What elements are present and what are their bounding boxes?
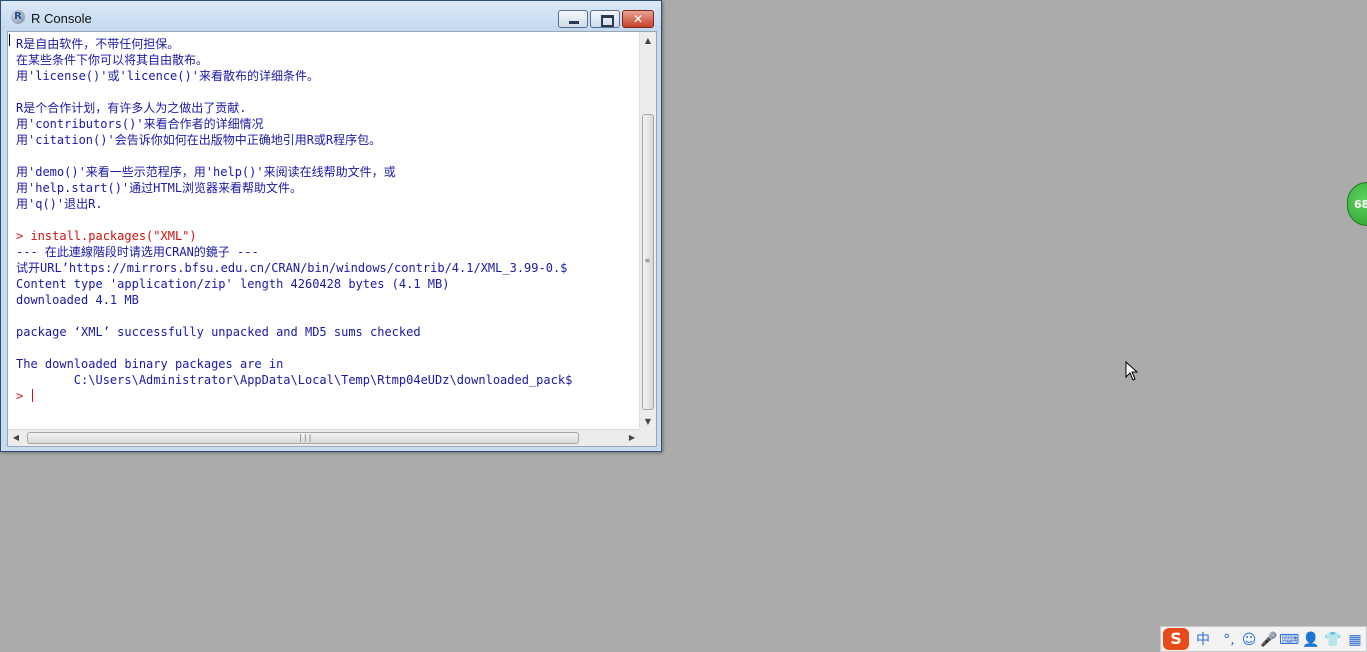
close-icon: ✕	[632, 12, 644, 26]
console-output[interactable]: R是自由软件，不带任何担保。在某些条件下你可以将其自由散布。用'license(…	[8, 32, 640, 430]
window-title: R Console	[31, 11, 92, 26]
mouse-cursor-icon	[1125, 361, 1139, 381]
keyboard-icon[interactable]: ⌨	[1279, 630, 1299, 650]
console-line: R是自由软件，不带任何担保。	[16, 37, 180, 51]
console-line: 在某些条件下你可以将其自由散布。	[16, 53, 209, 67]
user-icon[interactable]: 👤	[1301, 630, 1321, 650]
grip-icon: |||	[298, 433, 313, 442]
console-line: 用'help.start()'通过HTML浏览器来看帮助文件。	[16, 181, 303, 195]
console-line: 用'citation()'会告诉你如何在出版物中正确地引用R或R程序包。	[16, 133, 382, 147]
toolbox-icon[interactable]: ▦	[1345, 630, 1365, 650]
sogou-logo-icon[interactable]: S	[1163, 628, 1189, 650]
scroll-up-arrow-icon[interactable]: ▲	[640, 32, 656, 49]
console-line: 用'license()'或'licence()'来看散布的详细条件。	[16, 69, 319, 83]
emoji-icon[interactable]: ☺	[1239, 630, 1259, 650]
floating-badge[interactable]: 68	[1347, 182, 1367, 226]
console-line: 试开URL’https://mirrors.bfsu.edu.cn/CRAN/b…	[16, 261, 568, 275]
microphone-icon[interactable]: 🎤	[1259, 630, 1279, 650]
minimize-button[interactable]	[558, 10, 588, 28]
console-line: downloaded 4.1 MB	[16, 293, 139, 307]
vertical-scrollbar[interactable]: ▲ ≡ ▼	[639, 32, 656, 430]
ime-toolbar[interactable]: S 中 °, ☺ 🎤 ⌨ 👤 👕 ▦	[1160, 626, 1367, 652]
console-line: R是个合作计划，有许多人为之做出了贡献.	[16, 101, 247, 115]
scrollbar-corner	[639, 429, 656, 446]
scroll-right-arrow-icon[interactable]: ▶	[624, 430, 640, 446]
horizontal-scrollbar[interactable]: ◀ ||| ▶	[8, 429, 640, 446]
minimize-icon	[569, 21, 579, 24]
console-line: --- 在此連線階段时请选用CRAN的鏡子 ---	[16, 245, 259, 259]
desktop: R R Console ✕ R是自由软件，不带任何担保。在某些条件下你可以将其自…	[0, 0, 1367, 652]
scroll-left-arrow-icon[interactable]: ◀	[8, 430, 24, 446]
maximize-icon	[601, 15, 614, 27]
console-line: 用'contributors()'来看合作者的详细情况	[16, 117, 264, 131]
prompt-symbol: >	[16, 389, 24, 403]
title-bar[interactable]: R R Console ✕	[1, 1, 661, 33]
command-line: > install.packages("XML")	[16, 229, 197, 243]
punctuation[interactable]: °,	[1219, 630, 1239, 650]
r-console-window[interactable]: R R Console ✕ R是自由软件，不带任何担保。在某些条件下你可以将其自…	[0, 0, 662, 452]
scroll-down-arrow-icon[interactable]: ▼	[640, 413, 656, 430]
top-caret	[9, 34, 10, 46]
maximize-button[interactable]	[590, 10, 620, 28]
r-app-icon[interactable]: R	[11, 10, 25, 24]
console-line: The downloaded binary packages are in	[16, 357, 284, 371]
console-line: Content type 'application/zip' length 42…	[16, 277, 450, 291]
grip-icon: ≡	[645, 256, 650, 265]
horizontal-scroll-thumb[interactable]: |||	[27, 432, 579, 444]
console-line: C:\Users\Administrator\AppData\Local\Tem…	[16, 373, 573, 387]
console-line: package ‘XML’ successfully unpacked and …	[16, 325, 421, 339]
chinese-mode[interactable]: 中	[1193, 630, 1213, 650]
skin-icon[interactable]: 👕	[1323, 630, 1343, 650]
vertical-scroll-thumb[interactable]: ≡	[642, 114, 654, 410]
console-area[interactable]: R是自由软件，不带任何担保。在某些条件下你可以将其自由散布。用'license(…	[7, 31, 657, 447]
close-button[interactable]: ✕	[622, 10, 654, 28]
console-line: 用'demo()'来看一些示范程序，用'help()'来阅读在线帮助文件，或	[16, 165, 396, 179]
console-line: 用'q()'退出R.	[16, 197, 103, 211]
text-caret	[32, 389, 34, 402]
input-prompt-line[interactable]: >	[16, 388, 640, 404]
